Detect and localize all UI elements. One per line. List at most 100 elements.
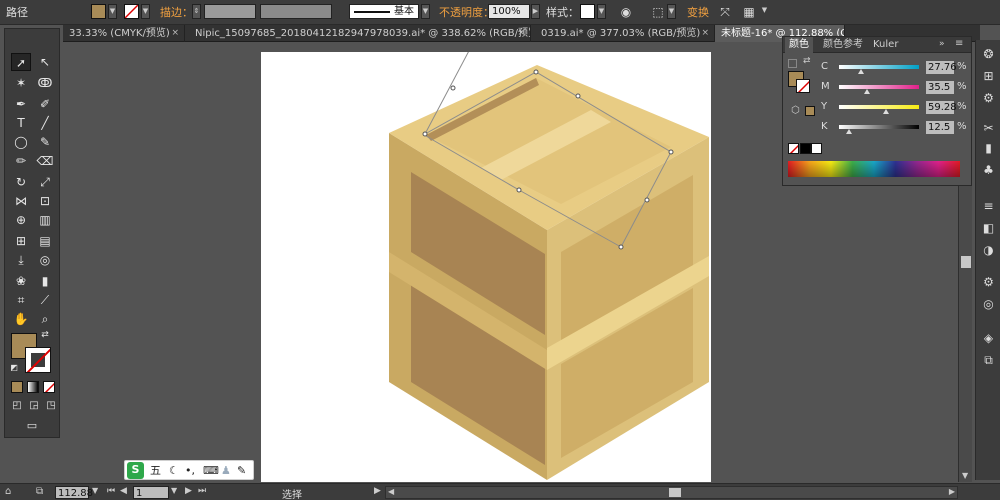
artboard[interactable] xyxy=(261,46,711,482)
white-swatch[interactable] xyxy=(811,143,822,154)
type-tool-icon[interactable]: T xyxy=(11,114,31,132)
slider-knob[interactable] xyxy=(864,89,871,94)
previous-artboard-icon[interactable]: ◀ xyxy=(120,486,127,496)
panel-options-icon[interactable]: » xyxy=(939,39,945,49)
draw-inside-icon[interactable]: ◳ xyxy=(44,399,58,413)
close-icon[interactable]: × xyxy=(517,25,525,42)
paintbrush-icon[interactable]: ✎ xyxy=(35,133,55,151)
eraser-icon[interactable]: ⌫ xyxy=(35,152,55,170)
graphic-style-swatch[interactable] xyxy=(580,4,595,19)
none-mode-icon[interactable] xyxy=(43,381,55,393)
channel-value-field[interactable]: 27.76 xyxy=(926,61,957,74)
color-spectrum[interactable] xyxy=(788,161,960,177)
selection-tool-icon[interactable]: ➚ xyxy=(11,53,31,71)
zoom-field[interactable]: 112.88 xyxy=(55,486,93,499)
opacity-dropdown[interactable]: ▶ xyxy=(531,4,540,19)
horizontal-scroll-thumb[interactable] xyxy=(669,488,681,497)
style-dropdown[interactable]: ▼ xyxy=(597,4,606,19)
fill-dropdown[interactable]: ▼ xyxy=(108,4,117,19)
tab-doc-3[interactable]: 0319.ai* @ 377.03% (RGB/预览) × xyxy=(535,25,715,42)
recolor-icon[interactable]: ◉ xyxy=(618,4,634,20)
user-icon[interactable]: ♟ xyxy=(221,463,231,479)
shape-builder-icon[interactable]: ⊕ xyxy=(11,211,31,229)
artboard-nav-icon[interactable]: ⧉ xyxy=(36,486,43,497)
stroke-weight-stepper[interactable]: ⇕ xyxy=(192,4,201,19)
channel-value-field[interactable]: 59.28 xyxy=(926,101,957,114)
arrange-icon[interactable]: ▦ xyxy=(741,4,757,20)
isolate-icon[interactable]: ⤧ xyxy=(717,4,733,20)
close-icon[interactable]: × xyxy=(701,25,709,42)
tab-color-guide[interactable]: 颜色参考 xyxy=(819,37,867,53)
brush-definition-field[interactable]: 基本 xyxy=(349,4,419,19)
horizontal-scrollbar[interactable]: ◀ ▶ xyxy=(385,486,958,499)
panel-menu-icon[interactable]: ▼ xyxy=(760,4,769,19)
status-icon[interactable]: ⌂ xyxy=(5,486,11,497)
close-icon[interactable]: × xyxy=(171,25,179,42)
stroke-label[interactable]: 描边： xyxy=(160,6,193,20)
color-panel-icon[interactable]: ❂ xyxy=(980,46,997,63)
stroke-panel-icon[interactable]: ≡ xyxy=(980,198,997,215)
none-swatch[interactable] xyxy=(788,143,799,154)
draw-behind-icon[interactable]: ◲ xyxy=(27,399,41,413)
channel-value-field[interactable]: 12.5 xyxy=(926,121,954,134)
artboard-dropdown-icon[interactable]: ▼ xyxy=(171,486,177,495)
color-mode-icon[interactable] xyxy=(11,381,23,393)
channel-slider[interactable] xyxy=(839,65,919,69)
draw-normal-icon[interactable]: ◰ xyxy=(10,399,24,413)
layers-icon[interactable]: ◈ xyxy=(980,330,997,347)
brushes-icon[interactable]: ✂ xyxy=(980,120,997,137)
gradient-mode-icon[interactable] xyxy=(27,381,39,393)
hand-tool-icon[interactable]: ✋ xyxy=(11,310,31,328)
symbols-icon[interactable]: ♣ xyxy=(980,162,997,179)
tab-kuler[interactable]: Kuler xyxy=(869,37,902,53)
transparency-icon[interactable]: ◑ xyxy=(980,242,997,259)
artboards-icon[interactable]: ⧉ xyxy=(980,352,997,369)
channel-value-field[interactable]: 35.5 xyxy=(926,81,954,94)
next-artboard-icon[interactable]: ▶ xyxy=(185,486,192,496)
tab-doc-2[interactable]: Nipic_15097685_20180412182947978039.ai* … xyxy=(189,25,531,42)
graphic-styles-icon[interactable]: ▮ xyxy=(980,140,997,157)
status-menu-icon[interactable]: ▶ xyxy=(374,486,381,496)
slider-knob[interactable] xyxy=(846,129,852,134)
line-tool-icon[interactable]: ╱ xyxy=(35,114,55,132)
rotate-tool-icon[interactable]: ↻ xyxy=(11,173,31,191)
artboard-tool-icon[interactable]: ⌗ xyxy=(11,291,31,309)
last-artboard-icon[interactable]: ⏭ xyxy=(198,486,206,496)
scroll-right-icon[interactable]: ▶ xyxy=(949,487,955,496)
artboard-number-field[interactable]: 1 xyxy=(133,486,169,499)
appearance-icon[interactable]: ⚙ xyxy=(980,274,997,291)
black-swatch[interactable] xyxy=(800,143,811,154)
default-fill-stroke-icon[interactable] xyxy=(788,59,797,68)
panel-menu-icon[interactable]: ≡ xyxy=(955,38,963,49)
gradient-tool-icon[interactable]: ▤ xyxy=(35,232,55,250)
slice-tool-icon[interactable]: ⟋ xyxy=(35,291,55,309)
color-guide-icon[interactable]: ⊞ xyxy=(980,68,997,85)
tab-color[interactable]: 颜色 xyxy=(785,37,813,53)
first-artboard-icon[interactable]: ⏮ xyxy=(107,486,115,496)
gradient-panel-icon[interactable]: ◧ xyxy=(980,220,997,237)
free-transform-icon[interactable]: ⊡ xyxy=(35,192,55,210)
stroke-swatch[interactable] xyxy=(124,4,139,19)
zoom-dropdown-icon[interactable]: ▼ xyxy=(92,486,98,495)
tab-doc-1[interactable]: 33.33% (CMYK/预览) × xyxy=(63,25,185,42)
moon-icon[interactable]: ☾ xyxy=(169,463,179,479)
keyboard-icon[interactable]: ⌨ xyxy=(203,463,219,479)
stroke-color-box[interactable] xyxy=(25,347,51,373)
curvature-tool-icon[interactable]: ✐ xyxy=(35,95,55,113)
opacity-field[interactable]: 100% xyxy=(488,4,530,19)
stroke-weight-field[interactable] xyxy=(204,4,256,19)
wrench-icon[interactable]: ✎ xyxy=(237,463,246,479)
zoom-tool-icon[interactable]: ⌕ xyxy=(35,310,55,328)
direct-selection-tool-icon[interactable]: ↖ xyxy=(35,53,55,71)
channel-slider[interactable] xyxy=(839,105,919,109)
brush-dropdown[interactable]: ▼ xyxy=(421,4,430,19)
variable-width-profile[interactable] xyxy=(260,4,332,19)
width-tool-icon[interactable]: ⋈ xyxy=(11,192,31,210)
pen-tool-icon[interactable]: ✒ xyxy=(11,95,31,113)
blend-tool-icon[interactable]: ◎ xyxy=(35,251,55,269)
crate-artwork[interactable] xyxy=(261,46,711,482)
transform-label[interactable]: 变换 xyxy=(687,6,709,20)
scroll-left-icon[interactable]: ◀ xyxy=(388,487,394,496)
mesh-tool-icon[interactable]: ⊞ xyxy=(11,232,31,250)
swatches-icon[interactable]: ⚙ xyxy=(980,90,997,107)
